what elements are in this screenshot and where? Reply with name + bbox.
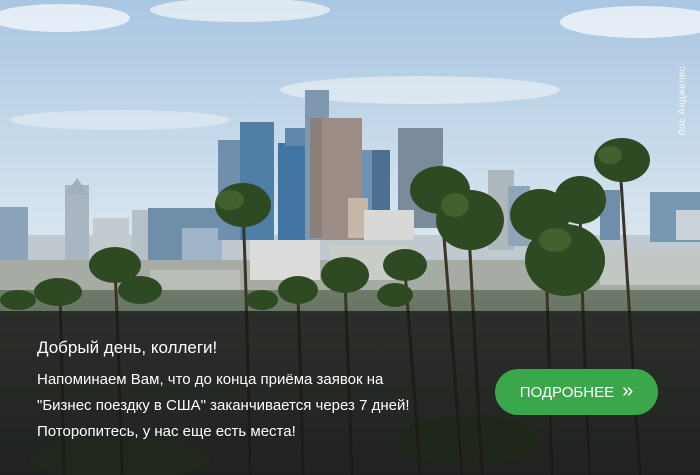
greeting-heading: Добрый день, коллеги!: [37, 338, 218, 357]
double-chevron-right-icon: »: [622, 380, 634, 402]
promo-banner: Лос Анджелес Добрый день, коллеги! Напом…: [0, 0, 700, 475]
photo-caption: Лос Анджелес: [677, 66, 688, 136]
details-button-label: ПОДРОБНЕЕ: [519, 383, 615, 401]
details-button[interactable]: ПОДРОБНЕЕ »: [495, 369, 658, 415]
reminder-message: Напоминаем Вам, что до конца приёма заяв…: [37, 371, 410, 440]
